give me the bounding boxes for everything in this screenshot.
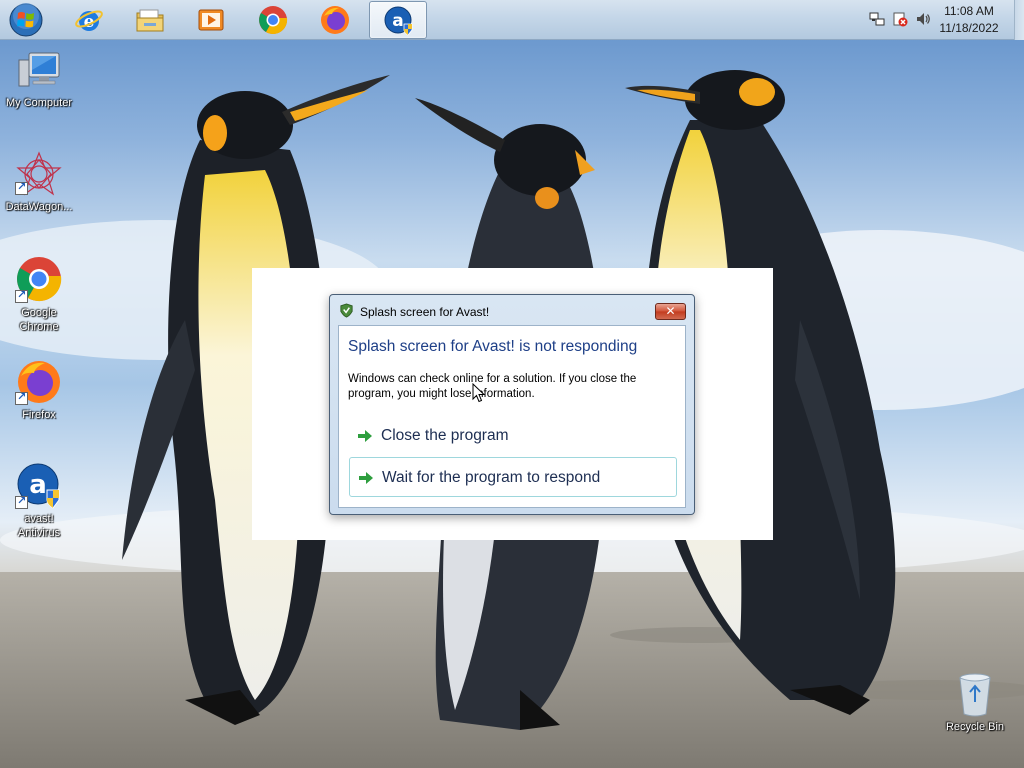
taskbar: e a 11:08 AM 11/18/2022 [0,0,1024,40]
desktop-icon-recycle-bin[interactable]: Recycle Bin [936,672,1014,734]
svg-text:a: a [392,11,403,31]
dialog-title: Splash screen for Avast! [360,305,490,319]
show-desktop-button[interactable] [1014,0,1024,40]
desktop-icon-firefox[interactable]: Firefox [0,358,78,422]
clock-time: 11:08 AM [944,4,994,18]
desktop-icon-my-computer[interactable]: My Computer [0,50,78,110]
taskbar-ie-button[interactable]: e [60,1,118,39]
windows-logo-icon [9,3,43,37]
desktop-icon-avast[interactable]: a avast! Antivirus [0,462,78,540]
taskbar-firefox-button[interactable] [306,1,364,39]
network-icon[interactable] [869,11,885,27]
taskbar-chrome-button[interactable] [244,1,302,39]
close-program-label: Close the program [381,427,509,444]
shortcut-arrow-icon [15,494,28,509]
start-button[interactable] [6,2,46,38]
recycle-bin-icon [959,673,991,717]
clock[interactable]: 11:08 AM 11/18/2022 [928,3,1010,37]
main-instruction: Splash screen for Avast! is not respondi… [348,338,638,355]
clock-date: 11/18/2022 [939,21,999,35]
internet-explorer-icon: e [75,10,103,32]
dialog-body-text: Windows can check online for a solution.… [348,373,637,400]
shortcut-arrow-icon [15,180,28,195]
shortcut-arrow-icon [15,288,28,303]
taskbar-media-button[interactable] [182,1,240,39]
dialog-titlebar[interactable]: Splash screen for Avast! ✕ [330,295,694,323]
media-player-icon [198,9,224,31]
green-arrow-icon [359,472,373,484]
computer-icon [18,52,60,87]
not-responding-dialog: Splash screen for Avast! ✕ Splash screen… [329,294,695,515]
taskbar-explorer-button[interactable] [121,1,179,39]
desktop-icon-label: Google Chrome [19,307,59,333]
avast-icon: a [384,6,413,36]
desktop-icon-label: avast! Antivirus [17,513,61,539]
svg-text:a: a [29,470,47,500]
action-center-icon[interactable] [892,11,908,27]
close-icon: ✕ [665,304,676,318]
wait-for-program-option[interactable]: Wait for the program to respond [349,457,677,497]
chrome-icon [259,6,288,34]
mouse-cursor-icon [472,383,486,403]
desktop-icon-google-chrome[interactable]: Google Chrome [0,254,78,334]
wait-for-program-label: Wait for the program to respond [382,469,601,486]
green-arrow-icon [358,430,372,442]
desktop-icon-label: Firefox [22,409,56,421]
taskbar-avast-button[interactable]: a [369,1,427,39]
desktop-icon-datawagon[interactable]: DataWagon... [0,150,78,214]
close-program-option[interactable]: Close the program [349,416,677,456]
desktop-icon-label: DataWagon... [5,201,73,213]
avast-splash-icon [340,303,353,318]
desktop-icon-label: My Computer [5,97,73,109]
system-tray: 11:08 AM 11/18/2022 [864,0,1024,40]
desktop-icon-label: Recycle Bin [945,721,1005,733]
shortcut-arrow-icon [15,390,28,405]
firefox-icon [321,6,349,34]
close-button[interactable]: ✕ [655,303,686,320]
file-explorer-icon [136,9,164,32]
dialog-content: Splash screen for Avast! is not respondi… [338,325,686,508]
